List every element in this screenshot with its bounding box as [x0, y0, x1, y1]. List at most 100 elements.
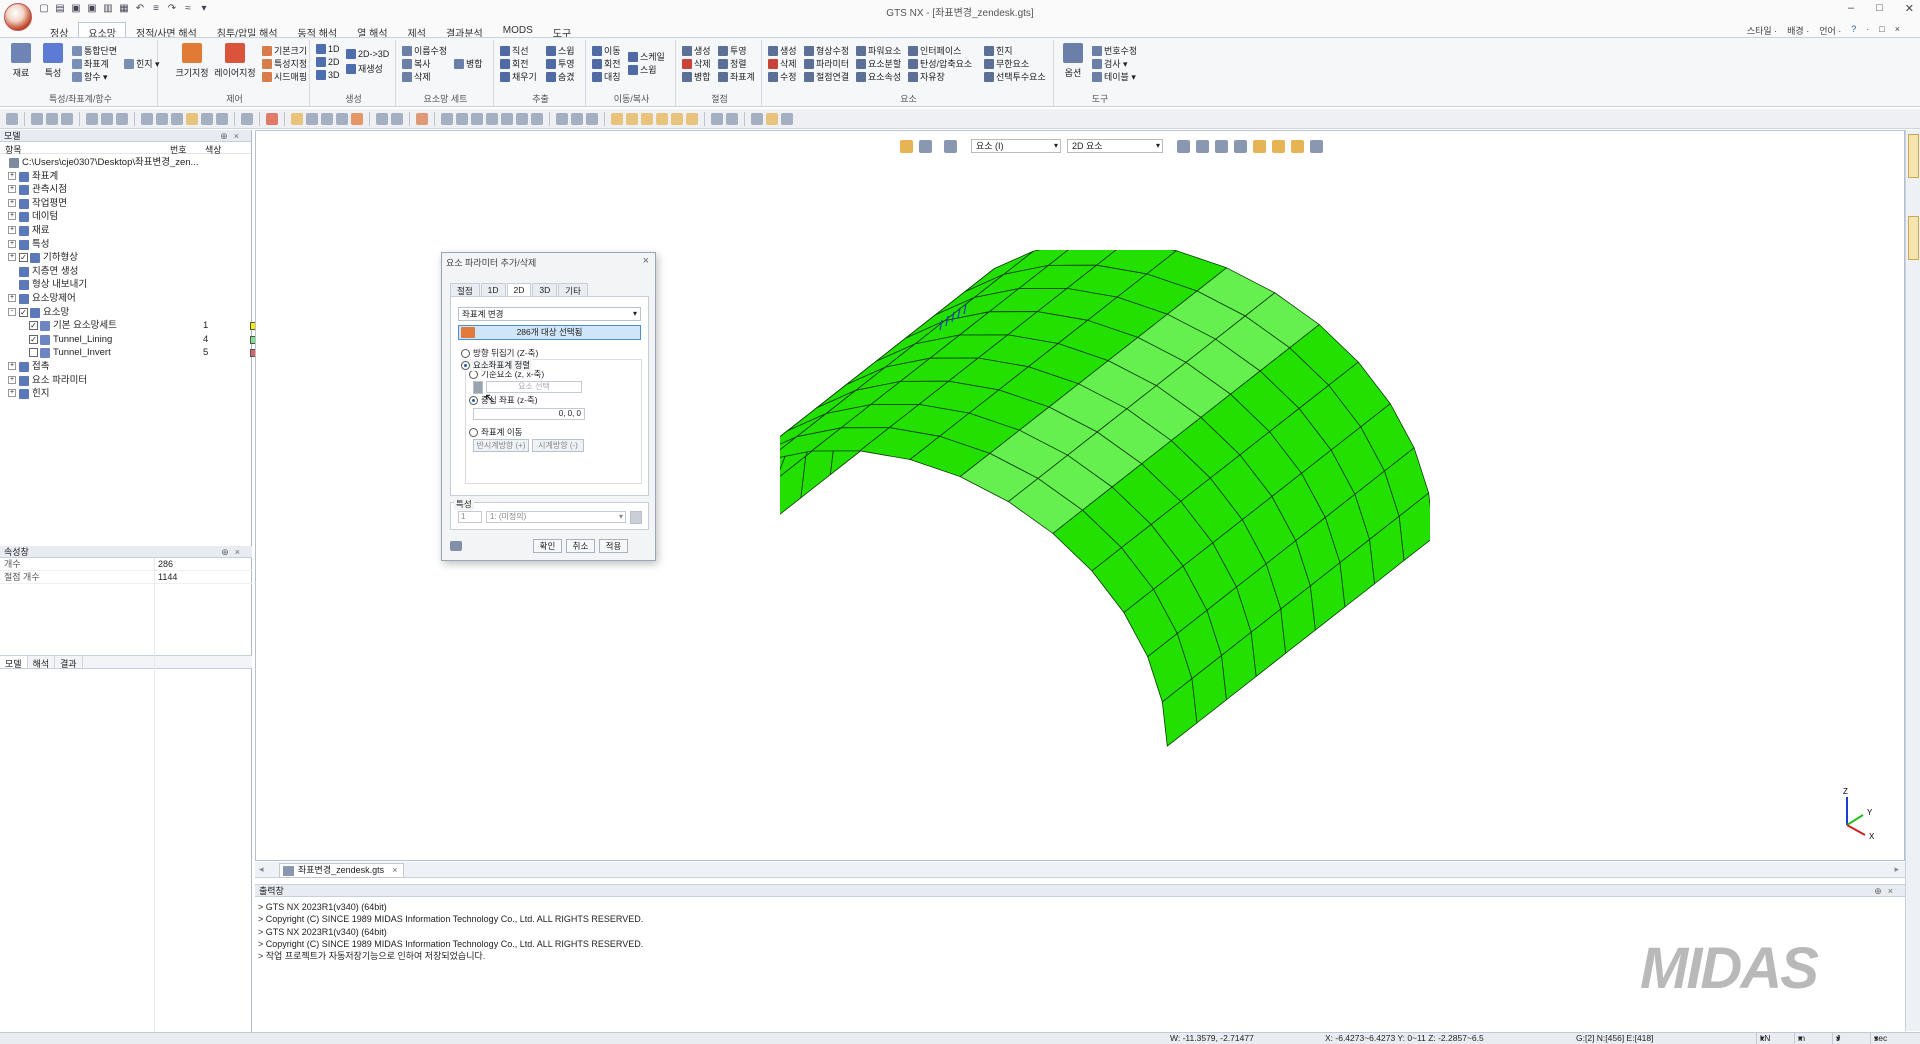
tree-expander-icon[interactable]: + — [8, 226, 16, 234]
seed-mapping-button[interactable]: 시드매핑 — [262, 70, 307, 83]
rotate-button[interactable]: 회전 — [592, 57, 621, 70]
node-connect-button[interactable]: 절점연결 — [804, 70, 849, 83]
tree-item[interactable]: + 특성 — [0, 238, 250, 251]
minimize-icon[interactable]: – — [1848, 2, 1854, 15]
display-node-icon[interactable] — [116, 112, 128, 125]
node-create-button[interactable]: 생성 — [682, 44, 711, 57]
select-clear-icon[interactable] — [1234, 139, 1247, 153]
assign-property-button[interactable]: 특성지정 — [262, 57, 307, 70]
tree-expander-icon[interactable]: + — [8, 389, 16, 398]
infinite-element-button[interactable]: 무한요소 — [984, 57, 1029, 70]
pointer-icon[interactable] — [6, 112, 18, 125]
style-menu[interactable]: 스타일 · — [1747, 24, 1777, 37]
tab-static-slope[interactable]: 정적/사면 해석 — [126, 22, 207, 40]
function-button[interactable]: 함수 ▾ — [72, 70, 108, 83]
zoom-in-icon[interactable] — [486, 112, 498, 125]
select-mode-icon[interactable] — [900, 139, 913, 153]
tree-checkbox[interactable] — [29, 348, 38, 358]
property-select[interactable]: 1: (미정의) ▾ — [486, 511, 626, 523]
rename-button[interactable]: 이름수정 — [402, 44, 447, 57]
help-icon[interactable]: ? — [1851, 24, 1856, 37]
panel-buttons[interactable]: ⊕× — [221, 546, 246, 558]
view-left-icon[interactable] — [656, 112, 668, 125]
tree-expander-icon[interactable]: + — [8, 198, 16, 207]
tree-expander-icon[interactable]: + — [8, 239, 16, 248]
tree-expander-icon[interactable]: - — [8, 307, 16, 316]
pick-icon[interactable] — [376, 112, 388, 125]
tunnel-lining-mesh[interactable] — [780, 250, 1430, 810]
ref-element-input[interactable]: 요소 선택 — [486, 381, 582, 393]
offset-button[interactable]: 숨겼 — [546, 70, 575, 83]
transform-sweep-button[interactable]: 스윕 — [628, 63, 657, 76]
snap-icon[interactable] — [46, 112, 58, 125]
zoom-icon[interactable] — [441, 112, 453, 125]
tree-item[interactable]: 지층면 생성 — [0, 265, 250, 278]
cw-button[interactable]: 시계방향 (-) — [532, 439, 584, 452]
tab-scroll-left-icon[interactable]: ◂ — [259, 864, 264, 875]
elem-modify-button[interactable]: 수정 — [768, 70, 797, 83]
tab-seepage[interactable]: 침투/압밀 해석 — [207, 22, 288, 40]
revolve-button[interactable]: 회전 — [500, 57, 529, 70]
tree-item[interactable]: + 힌지 — [0, 387, 250, 400]
tree-expander-icon[interactable]: + — [8, 375, 16, 384]
gen-2d-button[interactable]: 2D — [316, 57, 340, 67]
tab-geometry[interactable]: 정상 — [40, 22, 78, 40]
move-coord-radio[interactable]: 좌표계 이동 — [469, 426, 522, 438]
tree-item[interactable]: + 관측시점 — [0, 183, 250, 196]
tab-dynamic[interactable]: 동적 해석 — [288, 22, 348, 40]
elem-create-button[interactable]: 생성 — [768, 44, 797, 57]
hide-icon[interactable] — [61, 112, 73, 125]
default-size-button[interactable]: 기본크기 — [262, 44, 307, 57]
unit-length-select[interactable]: m ▾ — [1794, 1033, 1828, 1044]
check-button[interactable]: 검사 ▾ — [1092, 57, 1128, 70]
mode-select[interactable]: 좌표계 변경 ▾ — [458, 307, 641, 321]
document-tab[interactable]: 좌표변경_zendesk.gts × — [279, 863, 405, 878]
language-menu[interactable]: 언어 · — [1819, 24, 1841, 37]
hash-icon[interactable] — [241, 112, 253, 125]
zoom-window-icon[interactable] — [471, 112, 483, 125]
wire-icon[interactable] — [781, 112, 793, 125]
select-option-icon[interactable] — [919, 139, 932, 153]
axis-icon[interactable] — [156, 112, 168, 125]
fill-button[interactable]: 채우기 — [500, 70, 537, 83]
display-icon[interactable] — [86, 112, 98, 125]
node-merge-button[interactable]: 병합 — [682, 70, 711, 83]
tree-expander-icon[interactable]: + — [8, 362, 16, 370]
tree-item[interactable]: + 좌표계 — [0, 170, 250, 183]
unit-force-select[interactable]: kN ▾ — [1756, 1033, 1790, 1044]
parameter-button[interactable]: 파라미터 — [804, 57, 849, 70]
view-back-icon[interactable] — [686, 112, 698, 125]
hinge-button[interactable]: 힌지 ▾ — [124, 57, 160, 70]
property-button[interactable]: 특성 — [40, 43, 66, 79]
node-align-button[interactable]: 정렬 — [718, 57, 747, 70]
select-link-icon[interactable] — [1310, 139, 1323, 153]
tree-item[interactable]: ✓ 기본 요소망세트 1 — [0, 319, 297, 332]
align-coord-radio[interactable]: 요소좌표계 정렬 — [461, 359, 533, 371]
mirror-button[interactable]: 대칭 — [592, 70, 621, 83]
tree-item[interactable]: C:\Users\cje0307\Desktop\좌표변경_zen... — [0, 156, 250, 169]
tab-scroll-right-icon[interactable]: ▸ — [1894, 864, 1899, 875]
background-menu[interactable]: 배경 · — [1787, 24, 1809, 37]
flip-direction-radio[interactable]: 방향 뒤집기 (Z-축) — [461, 347, 538, 359]
elem-hinge-button[interactable]: 힌지 — [984, 44, 1013, 57]
center-coord-radio[interactable]: 중심 좌표 (z-축) — [469, 394, 538, 406]
table-button[interactable]: 테이블 ▾ — [1092, 70, 1136, 83]
entity-filter-dropdown[interactable]: 요소 (I) ▾ — [971, 139, 1061, 153]
material-button[interactable]: 재료 — [8, 43, 34, 79]
ccw-button[interactable]: 반시계방향 (+) — [473, 439, 529, 452]
pile-element-button[interactable]: 파워요소 — [856, 44, 901, 57]
size-control-button[interactable]: 크기지정 — [174, 43, 210, 79]
restore-icon[interactable]: □ — [1879, 24, 1884, 37]
tree-expander-icon[interactable]: + — [8, 185, 16, 194]
tree-item[interactable]: + 데이텀 — [0, 210, 250, 223]
tree-checkbox[interactable]: ✓ — [29, 334, 38, 344]
element-split-button[interactable]: 요소분할 — [856, 57, 901, 70]
select-poly-icon[interactable] — [336, 112, 348, 125]
coord-view-icon[interactable] — [586, 112, 598, 125]
tree-expander-icon[interactable]: + — [8, 294, 16, 302]
tree-item[interactable]: + ✓ 기하형상 — [0, 251, 250, 264]
tab-tools[interactable]: 도구 — [543, 22, 581, 40]
node-coord-button[interactable]: 좌표계 — [718, 70, 755, 83]
tab-thermal[interactable]: 열 해석 — [347, 22, 397, 40]
tree-item[interactable]: + 요소 파라미터 — [0, 374, 250, 387]
